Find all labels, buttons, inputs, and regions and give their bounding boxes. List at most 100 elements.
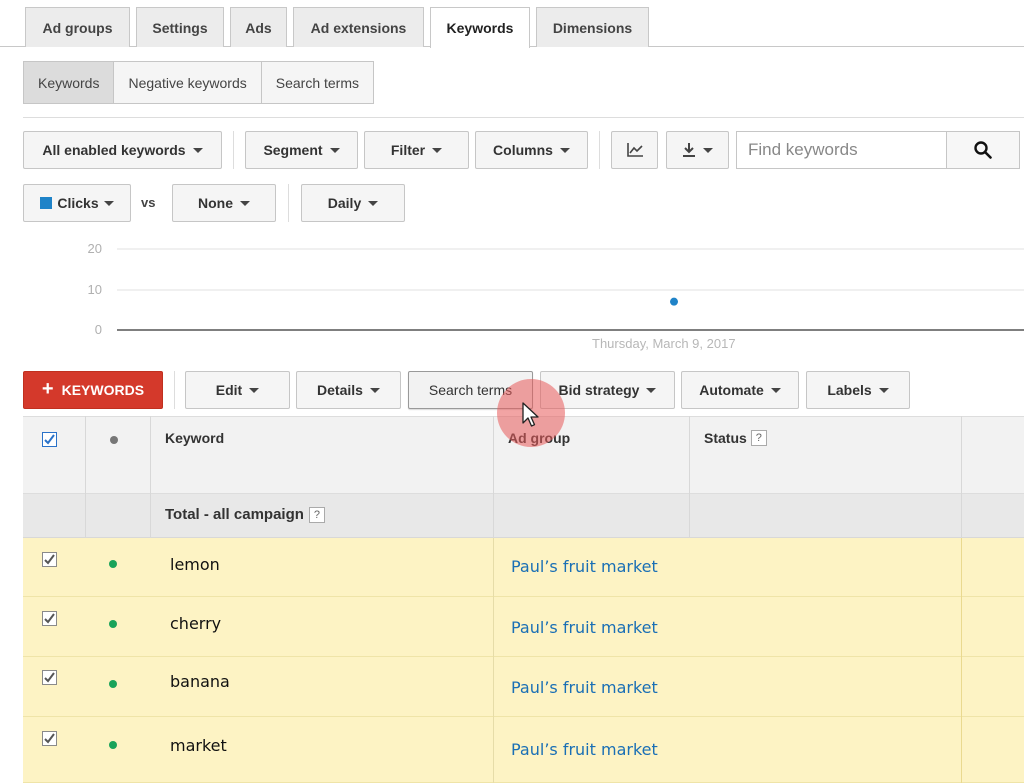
column-header-ad-group[interactable]: Ad group xyxy=(508,430,570,446)
details-dropdown[interactable]: Details xyxy=(296,371,401,409)
status-header-label: Status xyxy=(704,430,747,446)
sub-tabs: Keywords Negative keywords Search terms xyxy=(23,61,374,104)
chevron-down-icon xyxy=(878,387,889,393)
automate-dropdown[interactable]: Automate xyxy=(681,371,799,409)
table-row: cherry Paul’s fruit market xyxy=(23,597,1024,657)
help-icon[interactable]: ? xyxy=(308,506,325,523)
find-keywords-input[interactable]: Find keywords xyxy=(736,131,946,169)
subtab-negative-keywords[interactable]: Negative keywords xyxy=(114,62,262,103)
segment-dropdown[interactable]: Segment xyxy=(245,131,358,169)
column-header-status[interactable]: Status ? xyxy=(704,430,767,446)
column-divider xyxy=(961,538,962,783)
metric2-label: None xyxy=(198,195,233,211)
filter-label: Filter xyxy=(390,142,426,158)
chevron-down-icon xyxy=(329,147,340,153)
checkmark-icon xyxy=(44,672,55,683)
ad-group-link[interactable]: Paul’s fruit market xyxy=(511,678,658,697)
divider xyxy=(23,117,1024,118)
toolbar-separator xyxy=(174,371,175,409)
checkmark-icon xyxy=(44,554,55,565)
filter-dropdown[interactable]: Filter xyxy=(364,131,469,169)
ad-group-link[interactable]: Paul’s fruit market xyxy=(511,618,658,637)
total-label-cell: Total - all campaign ? xyxy=(165,506,325,523)
edit-dropdown[interactable]: Edit xyxy=(185,371,290,409)
metric1-color-swatch xyxy=(40,197,53,209)
table-row: banana Paul’s fruit market xyxy=(23,657,1024,717)
keyword-cell[interactable]: market xyxy=(170,736,227,755)
tab-settings[interactable]: Settings xyxy=(136,7,224,47)
ad-group-header-label: Ad group xyxy=(508,430,571,446)
chevron-down-icon xyxy=(559,147,570,153)
checkmark-icon xyxy=(44,613,55,624)
bid-strategy-dropdown[interactable]: Bid strategy xyxy=(540,371,675,409)
search-terms-label: Search terms xyxy=(428,382,513,398)
keywords-table: Keyword Ad group Status ? Total - all ca… xyxy=(23,416,1024,783)
chevron-down-icon xyxy=(369,387,380,393)
download-icon xyxy=(683,143,695,157)
chevron-down-icon xyxy=(703,147,713,153)
download-dropdown[interactable] xyxy=(666,131,729,169)
tab-dimensions[interactable]: Dimensions xyxy=(536,7,649,47)
select-all-checkbox[interactable] xyxy=(42,432,57,447)
row-checkbox[interactable] xyxy=(42,731,57,746)
column-header-keyword[interactable]: Keyword xyxy=(165,430,224,446)
search-button[interactable] xyxy=(946,131,1020,169)
table-row: market Paul’s fruit market xyxy=(23,717,1024,783)
checkmark-icon xyxy=(44,434,55,445)
column-divider xyxy=(493,416,494,538)
period-label: Daily xyxy=(327,195,362,211)
columns-dropdown[interactable]: Columns xyxy=(475,131,588,169)
chevron-down-icon xyxy=(646,387,657,393)
chevron-down-icon xyxy=(249,387,260,393)
details-label: Details xyxy=(317,382,363,398)
chevron-down-icon xyxy=(192,147,203,153)
chevron-down-icon xyxy=(103,200,114,206)
chevron-down-icon xyxy=(368,200,379,206)
status-header-dot-icon xyxy=(110,436,118,444)
tab-ad-extensions[interactable]: Ad extensions xyxy=(293,7,424,47)
plus-icon: + xyxy=(41,378,54,400)
vs-label: vs xyxy=(141,195,156,210)
chevron-down-icon xyxy=(240,200,250,206)
help-icon[interactable]: ? xyxy=(750,430,767,446)
keyword-cell[interactable]: cherry xyxy=(170,614,221,633)
subtab-search-terms[interactable]: Search terms xyxy=(261,62,373,103)
toolbar-separator xyxy=(599,131,600,169)
table-row: lemon Paul’s fruit market xyxy=(23,538,1024,597)
status-dot-icon xyxy=(109,620,117,628)
row-checkbox[interactable] xyxy=(42,611,57,626)
add-keywords-button[interactable]: + KEYWORDS xyxy=(23,371,163,409)
ad-group-link[interactable]: Paul’s fruit market xyxy=(511,740,658,759)
row-checkbox[interactable] xyxy=(42,552,57,567)
data-point xyxy=(670,297,678,306)
search-terms-button[interactable]: Search terms xyxy=(408,371,533,409)
ad-group-link[interactable]: Paul’s fruit market xyxy=(511,557,658,576)
row-checkbox[interactable] xyxy=(42,670,57,685)
chevron-down-icon xyxy=(432,147,443,153)
tab-ads[interactable]: Ads xyxy=(230,7,287,47)
status-dot-icon xyxy=(109,560,117,568)
metric1-dropdown[interactable]: Clicks xyxy=(23,184,131,222)
keyword-cell[interactable]: banana xyxy=(170,672,230,691)
labels-dropdown[interactable]: Labels xyxy=(806,371,910,409)
columns-label: Columns xyxy=(493,142,553,158)
toolbar-separator xyxy=(288,184,289,222)
chevron-down-icon xyxy=(770,387,781,393)
column-divider xyxy=(150,416,151,538)
filter-view-dropdown[interactable]: All enabled keywords xyxy=(23,131,222,169)
top-tabs: Ad groups Settings Ads Ad extensions Key… xyxy=(0,0,1024,48)
labels-label: Labels xyxy=(827,382,872,398)
tab-keywords[interactable]: Keywords xyxy=(430,7,530,48)
subtab-keywords[interactable]: Keywords xyxy=(24,62,115,103)
automate-label: Automate xyxy=(699,382,764,398)
toggle-chart-button[interactable] xyxy=(611,131,658,169)
x-axis-date-label: Thursday, March 9, 2017 xyxy=(592,336,736,351)
tab-ad-groups[interactable]: Ad groups xyxy=(25,7,130,47)
bid-strategy-label: Bid strategy xyxy=(558,382,640,398)
period-dropdown[interactable]: Daily xyxy=(301,184,405,222)
add-keywords-label: KEYWORDS xyxy=(61,382,145,398)
search-icon xyxy=(974,141,992,159)
metric2-dropdown[interactable]: None xyxy=(172,184,276,222)
toolbar-separator xyxy=(233,131,234,169)
keyword-cell[interactable]: lemon xyxy=(170,555,220,574)
